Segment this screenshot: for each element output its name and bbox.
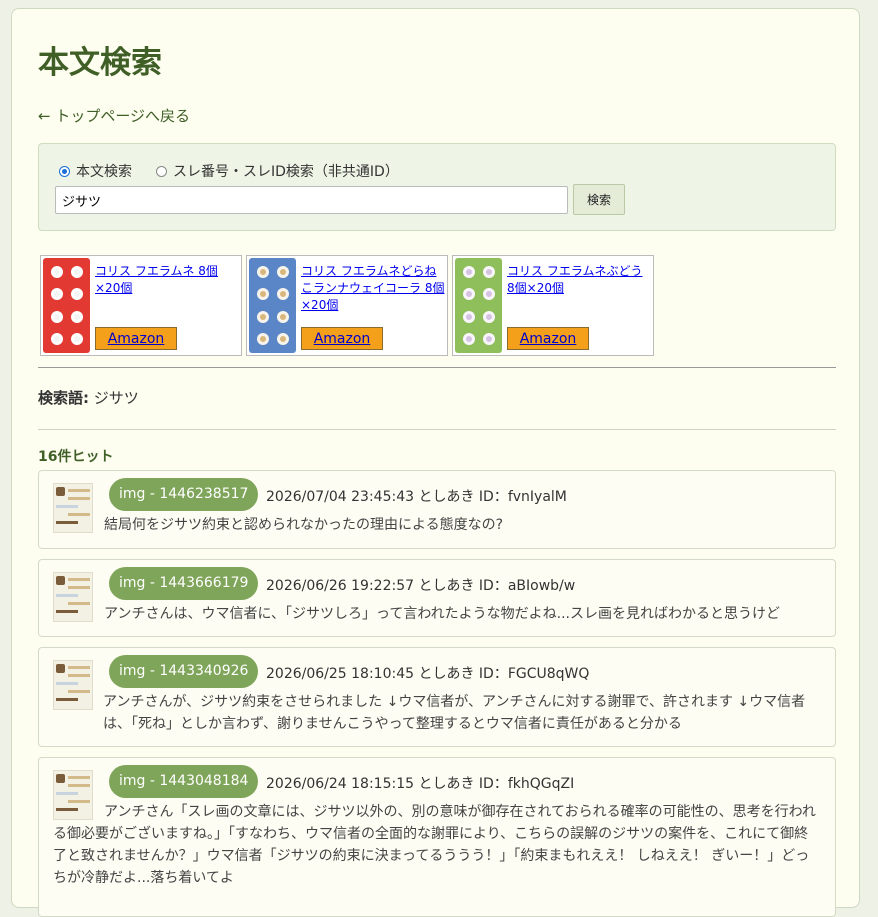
- result-text: アンチさんは、ウマ信者に、「ジサツしろ」って言われたような物だよね...スレ画を…: [104, 606, 780, 622]
- result-item: img - 1443048184 2026/06/24 18:15:15 としあ…: [38, 757, 836, 917]
- result-meta: 2026/06/24 18:15:15 としあき ID：fkhQGqZI: [266, 776, 575, 792]
- result-text: 結局何をジサツ約束と認められなかったの理由による態度なの?: [104, 517, 504, 533]
- page-title: 本文検索: [38, 45, 162, 81]
- back-to-top-link[interactable]: ← トップページへ戻る: [38, 105, 190, 126]
- ad-item: コリス フエラムネどらねこランナウェイコーラ 8個×20個 Amazon: [246, 255, 448, 356]
- search-panel: 本文検索 スレ番号・スレID検索（非共通ID） 検索: [38, 143, 836, 231]
- main-card: 本文検索 ← トップページへ戻る 本文検索 スレ番号・スレID検索（非共通ID）…: [11, 8, 860, 917]
- result-item: img - 1446238517 2026/07/04 23:45:43 としあ…: [38, 470, 836, 549]
- ad-product-link[interactable]: コリス フエラムネどらねこランナウェイコーラ 8個×20個: [301, 263, 445, 314]
- search-input[interactable]: [55, 186, 568, 214]
- ad-product-link[interactable]: コリス フエラムネ 8個×20個: [95, 263, 239, 297]
- search-term-value: ジサツ: [93, 389, 139, 407]
- ad-item: コリス フエラムネぶどう 8個×20個 Amazon: [452, 255, 654, 356]
- result-meta: 2026/06/25 18:10:45 としあき ID：FGCU8qWQ: [266, 666, 590, 682]
- amazon-button[interactable]: Amazon: [95, 327, 177, 350]
- search-button[interactable]: 検索: [573, 184, 625, 215]
- hit-count: 16件ヒット: [38, 449, 114, 465]
- result-item: img - 1443666179 2026/06/26 19:22:57 としあ…: [38, 559, 836, 637]
- amazon-button[interactable]: Amazon: [507, 327, 589, 350]
- result-item: img - 1443340926 2026/06/25 18:10:45 としあ…: [38, 647, 836, 747]
- divider: [38, 367, 836, 368]
- search-mode-group: 本文検索 スレ番号・スレID検索（非共通ID）: [59, 161, 423, 181]
- result-meta: 2026/07/04 23:45:43 としあき ID：fvnIyalM: [266, 489, 567, 505]
- result-img-link[interactable]: img - 1443340926: [109, 655, 259, 688]
- result-thumbnail[interactable]: [53, 660, 93, 710]
- result-meta: 2026/06/26 19:22:57 としあき ID：aBIowb/w: [266, 578, 576, 594]
- ad-product-link[interactable]: コリス フエラムネぶどう 8個×20個: [507, 263, 651, 297]
- radio-body-search-label[interactable]: 本文検索: [76, 161, 132, 181]
- result-img-link[interactable]: img - 1443666179: [109, 567, 259, 600]
- ad-item: コリス フエラムネ 8個×20個 Amazon: [40, 255, 242, 356]
- product-image[interactable]: [249, 258, 296, 353]
- result-text: アンチさん「スレ画の文章には、ジサツ以外の、別の意味が御存在されておられる確率の…: [53, 804, 816, 886]
- search-term-label: 検索語:: [38, 389, 89, 407]
- radio-body-search[interactable]: [59, 165, 70, 177]
- result-img-link[interactable]: img - 1443048184: [109, 765, 259, 798]
- result-text: アンチさんが、ジサツ約束をさせられました ↓ウマ信者が、アンチさんに対する謝罪で…: [103, 694, 806, 732]
- radio-id-search[interactable]: [156, 165, 167, 177]
- product-image[interactable]: [43, 258, 90, 353]
- amazon-button[interactable]: Amazon: [301, 327, 383, 350]
- product-image[interactable]: [455, 258, 502, 353]
- radio-id-search-label[interactable]: スレ番号・スレID検索（非共通ID）: [173, 161, 399, 181]
- search-term: 検索語: ジサツ: [38, 387, 139, 408]
- divider: [38, 429, 836, 430]
- result-img-link[interactable]: img - 1446238517: [109, 478, 259, 511]
